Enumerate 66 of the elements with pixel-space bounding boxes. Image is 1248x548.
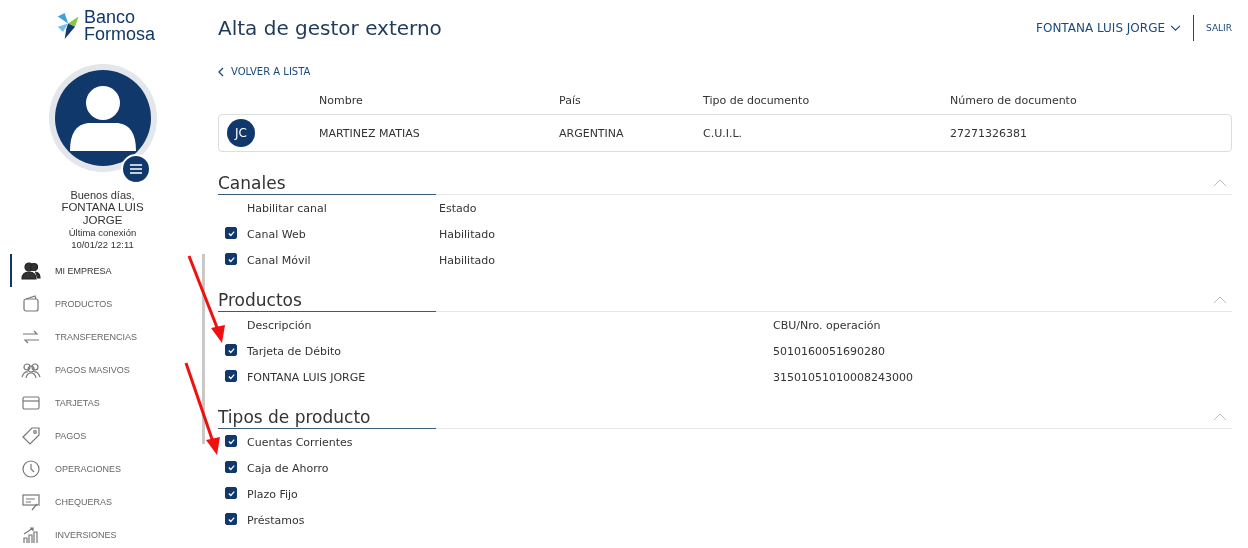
column-header: Tipo de documento — [703, 93, 810, 107]
nav-item[interactable]: MI EMPRESA — [10, 254, 205, 287]
nav-item[interactable]: PAGOS MASIVOS — [10, 353, 205, 386]
column-header: Nombre — [319, 93, 363, 107]
table-cell: 27271326381 — [950, 126, 1027, 140]
nav-item[interactable]: TARJETAS — [10, 386, 205, 419]
column-header: Descripción — [247, 318, 312, 332]
checkbox[interactable] — [225, 227, 237, 240]
table-cell: 5010160051690280 — [773, 344, 885, 358]
checkbox-label: Tarjeta de Débito — [247, 344, 342, 358]
table-cell: C.U.I.L. — [703, 126, 743, 140]
user-name: FONTANA LUIS JORGE — [60, 201, 145, 227]
logout-link[interactable]: SALIR — [1206, 23, 1232, 33]
avatar-icon — [47, 63, 158, 173]
checkbox-label: Canal Móvil — [247, 253, 311, 267]
scroll-bar[interactable] — [202, 254, 205, 444]
checkbox-label: Caja de Ahorro — [247, 461, 329, 475]
nav-item[interactable]: OPERACIONES — [10, 452, 205, 485]
section-title: Canales — [218, 173, 286, 193]
wallet-icon — [21, 293, 41, 314]
checkbox-label: Canal Web — [247, 227, 306, 241]
last-login-label: Última conexión — [68, 227, 137, 239]
people-icon — [21, 260, 41, 281]
column-header: Habilitar canal — [247, 201, 327, 215]
table-cell: Habilitado — [439, 227, 495, 241]
page-title: Alta de gestor externo — [218, 16, 442, 40]
initials-avatar: JC — [227, 119, 255, 147]
logo-icon — [56, 11, 82, 41]
column-header: CBU/Nro. operación — [773, 318, 881, 332]
nav-item[interactable]: PRODUCTOS — [10, 287, 205, 320]
nav-item[interactable]: TRANSFERENCIAS — [10, 320, 205, 353]
section-title: Productos — [218, 290, 302, 310]
checkbox[interactable] — [225, 370, 237, 383]
nav-item[interactable]: INVERSIONES — [10, 518, 205, 548]
user-menu[interactable]: FONTANA LUIS JORGE — [1036, 21, 1182, 35]
checkbox[interactable] — [225, 253, 237, 266]
menu-icon — [128, 163, 143, 175]
last-login-time: 10/01/22 12:11 — [71, 239, 134, 251]
column-header: Estado — [439, 201, 477, 215]
checkbox[interactable] — [225, 487, 237, 500]
back-link[interactable]: VOLVER A LISTA — [218, 66, 311, 77]
table-cell: ARGENTINA — [559, 126, 624, 140]
checkbox[interactable] — [225, 513, 237, 526]
checkbox-label: Préstamos — [247, 513, 305, 527]
chart-icon — [21, 524, 41, 545]
nav-item[interactable]: CHEQUERAS — [10, 485, 205, 518]
bank-logo-text: Banco Formosa — [84, 9, 155, 43]
table-cell: Habilitado — [439, 253, 495, 267]
checkbox-label: Plazo Fijo — [247, 487, 298, 501]
chevron-down-icon — [1170, 24, 1182, 32]
chevron-left-icon — [218, 66, 224, 77]
table-cell: MARTINEZ MATIAS — [319, 126, 420, 140]
greeting-text: Buenos días, — [70, 189, 135, 201]
checkbox[interactable] — [225, 344, 237, 357]
clock-icon — [21, 458, 41, 479]
checkbox-label: Cuentas Corrientes — [247, 435, 353, 449]
checkbook-icon — [21, 491, 41, 512]
section-title: Tipos de producto — [218, 407, 371, 427]
column-header: País — [559, 93, 581, 107]
nav-item[interactable]: PAGOS — [10, 419, 205, 452]
checkbox[interactable] — [225, 461, 237, 474]
tag-icon — [21, 425, 41, 446]
checkbox[interactable] — [225, 435, 237, 448]
checkbox-label: FONTANA LUIS JORGE — [247, 370, 366, 384]
table-cell: 31501051010008243000 — [773, 370, 913, 384]
column-header: Número de documento — [950, 93, 1077, 107]
